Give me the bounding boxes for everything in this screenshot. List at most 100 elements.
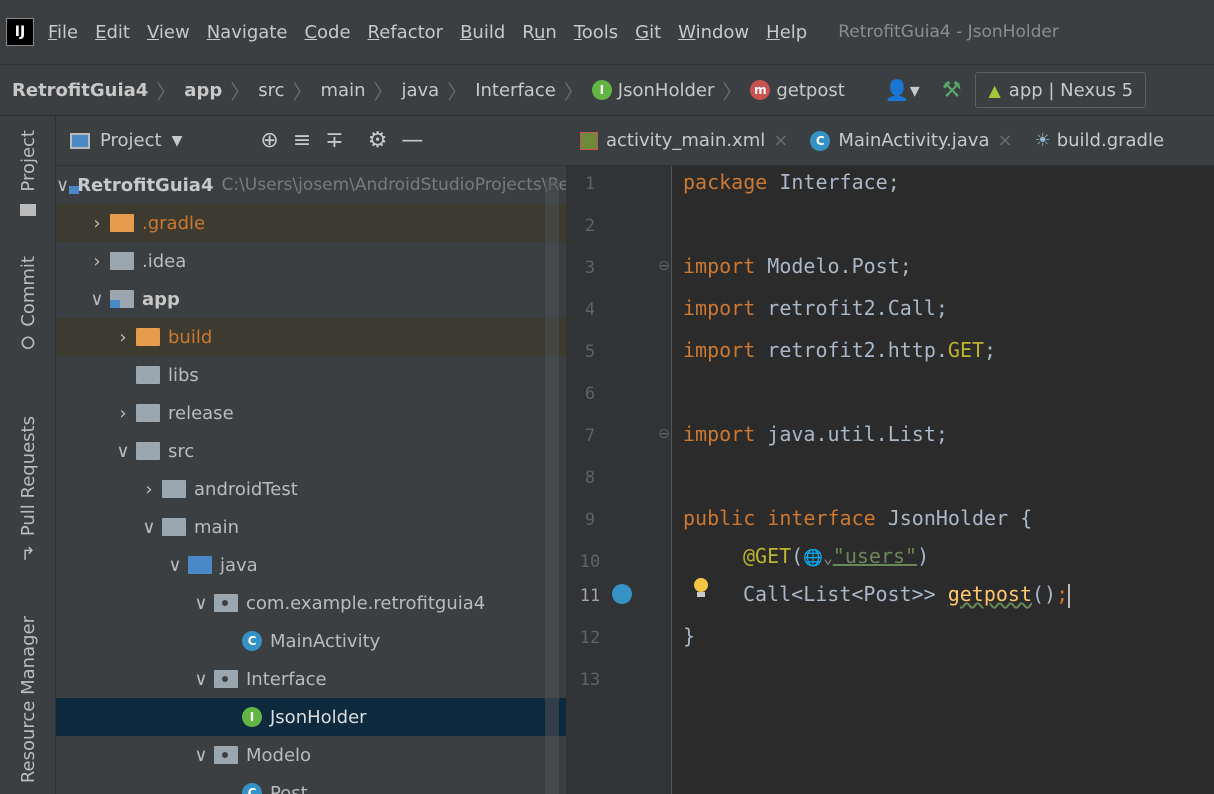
menu-refactor[interactable]: Refactor — [368, 22, 444, 43]
fold-marker-icon[interactable]: ⊖ — [658, 258, 670, 274]
chevron-down-icon[interactable]: ∨ — [110, 441, 136, 462]
user-icon[interactable]: 👤▾ — [885, 78, 920, 102]
tree-item-modelo-package[interactable]: ∨ Modelo — [56, 736, 566, 774]
tree-item-interface-package[interactable]: ∨ Interface — [56, 660, 566, 698]
chevron-right-icon[interactable]: › — [136, 479, 162, 500]
tree-item-release[interactable]: › release — [56, 394, 566, 432]
tree-item-jsonholder[interactable]: I JsonHolder — [56, 698, 566, 736]
tree-item-idea[interactable]: › .idea — [56, 242, 566, 280]
breadcrumb-separator-icon: 〉 — [373, 79, 394, 104]
menu-file[interactable]: File — [48, 22, 78, 43]
menu-bar: IJ File Edit View Navigate Code Refactor… — [0, 0, 1214, 64]
lightbulb-icon[interactable] — [694, 578, 708, 598]
chevron-down-icon[interactable]: ∨ — [162, 555, 188, 576]
chevron-down-icon[interactable]: ∨ — [188, 745, 214, 766]
commit-tool-button[interactable]: Commit ⭘ — [0, 256, 56, 354]
chevron-down-icon[interactable]: ∨ — [136, 517, 162, 538]
editor-gutter[interactable]: 1 2 3 4 5 6 7 8 9 10 11 12 13 ⊖ ⊖ — [566, 166, 672, 794]
resource-manager-tool-button[interactable]: Resource Manager — [0, 616, 56, 783]
line-number: 12 — [579, 628, 601, 648]
project-view-select[interactable]: Project — [100, 130, 162, 151]
chevron-right-icon[interactable]: › — [84, 251, 110, 272]
implementing-method-icon[interactable] — [612, 584, 632, 604]
collapse-all-icon[interactable]: ∓ — [325, 128, 343, 153]
chevron-down-icon[interactable]: ∨ — [84, 289, 110, 310]
pull-requests-tool-button[interactable]: Pull Requests ↱ — [0, 416, 56, 565]
folder-icon — [136, 366, 160, 384]
tree-item-java[interactable]: ∨ java — [56, 546, 566, 584]
navigation-bar: RetrofitGuia4 〉 app 〉 src 〉 main 〉 java … — [0, 64, 1214, 116]
line-number: 6 — [584, 384, 596, 404]
tree-item-libs[interactable]: libs — [56, 356, 566, 394]
close-icon[interactable]: × — [773, 130, 788, 151]
menu-help[interactable]: Help — [766, 22, 807, 43]
menu-code[interactable]: Code — [304, 22, 350, 43]
breadcrumb-project[interactable]: RetrofitGuia4 — [12, 80, 148, 101]
breadcrumb-src[interactable]: src — [258, 80, 284, 101]
line-number: 13 — [579, 670, 601, 690]
url-globe-icon[interactable]: 🌐⌄ — [803, 548, 833, 567]
breadcrumb-interface[interactable]: Interface — [475, 80, 556, 101]
tree-item-mainactivity[interactable]: C MainActivity — [56, 622, 566, 660]
gear-icon[interactable]: ⚙ — [368, 128, 388, 153]
tab-mainactivity-java[interactable]: C MainActivity.java × — [810, 130, 1020, 151]
locate-icon[interactable]: ⊕ — [260, 128, 278, 153]
tree-item-package-retrofitguia4[interactable]: ∨ com.example.retrofitguia4 — [56, 584, 566, 622]
dropdown-icon[interactable]: ▼ — [172, 133, 183, 149]
folder-icon — [20, 203, 36, 216]
tree-item-app[interactable]: ∨ app — [56, 280, 566, 318]
chevron-right-icon[interactable]: › — [110, 327, 136, 348]
tree-item-main[interactable]: ∨ main — [56, 508, 566, 546]
expand-all-icon[interactable]: ≡ — [293, 128, 311, 153]
code-line: @GET(🌐⌄"users") — [743, 544, 930, 568]
code-editor[interactable]: package Interface; import Modelo.Post; i… — [672, 166, 1214, 794]
commit-icon: ⭘ — [20, 332, 36, 354]
chevron-right-icon[interactable]: › — [110, 403, 136, 424]
line-number: 7 — [584, 426, 596, 446]
close-icon[interactable]: × — [997, 130, 1012, 151]
menu-window[interactable]: Window — [678, 22, 749, 43]
tree-item-project-root[interactable]: ∨ RetrofitGuia4 C:\Users\josem\AndroidSt… — [56, 166, 566, 204]
tab-build-gradle[interactable]: ☀ build.gradle — [1035, 130, 1164, 151]
fold-marker-icon[interactable]: ⊖ — [658, 426, 670, 442]
menu-navigate[interactable]: Navigate — [207, 22, 288, 43]
run-configuration-select[interactable]: ▲ app | Nexus 5 — [975, 72, 1147, 108]
tree-item-src[interactable]: ∨ src — [56, 432, 566, 470]
chevron-right-icon[interactable]: › — [84, 213, 110, 234]
window-title: RetrofitGuia4 - JsonHolder — [838, 22, 1059, 42]
breadcrumb-app[interactable]: app — [184, 80, 222, 101]
chevron-down-icon[interactable]: ∨ — [188, 593, 214, 614]
tree-item-post[interactable]: C Post — [56, 774, 566, 794]
breadcrumb-main[interactable]: main — [321, 80, 366, 101]
code-line: Call<List<Post>> getpost(); — [743, 582, 1071, 608]
chevron-down-icon[interactable]: ∨ — [188, 669, 214, 690]
hammer-icon[interactable]: ⚒ — [942, 78, 962, 103]
menu-view[interactable]: View — [147, 22, 190, 43]
hide-icon[interactable]: — — [401, 128, 423, 153]
breadcrumb-getpost[interactable]: m getpost — [750, 80, 845, 101]
tree-item-build[interactable]: › build — [56, 318, 566, 356]
left-tool-window-strip: Project Commit ⭘ Pull Requests ↱ Resourc… — [0, 116, 56, 794]
tree-item-gradle[interactable]: › .gradle — [56, 204, 566, 242]
menu-run[interactable]: Run — [522, 22, 557, 43]
menu-build[interactable]: Build — [460, 22, 505, 43]
menu-edit[interactable]: Edit — [95, 22, 130, 43]
project-scrollbar[interactable] — [545, 180, 559, 794]
chevron-down-icon[interactable]: ∨ — [56, 175, 69, 196]
breadcrumb-jsonholder[interactable]: I JsonHolder — [591, 80, 714, 101]
package-icon — [214, 746, 238, 764]
breadcrumb-separator-icon: 〉 — [722, 79, 743, 104]
folder-icon — [162, 480, 186, 498]
menu-git[interactable]: Git — [635, 22, 661, 43]
line-number: 2 — [584, 216, 596, 236]
menu-tools[interactable]: Tools — [574, 22, 618, 43]
breadcrumb-java[interactable]: java — [401, 80, 439, 101]
line-number: 9 — [584, 510, 596, 530]
tab-activity-main-xml[interactable]: activity_main.xml × — [580, 130, 796, 151]
project-tool-button[interactable]: Project — [0, 130, 56, 216]
class-icon: C — [242, 783, 262, 794]
tree-item-androidtest[interactable]: › androidTest — [56, 470, 566, 508]
code-line: import retrofit2.http.GET; — [683, 338, 997, 362]
breadcrumb-separator-icon: 〉 — [156, 79, 177, 104]
folder-icon — [162, 518, 186, 536]
